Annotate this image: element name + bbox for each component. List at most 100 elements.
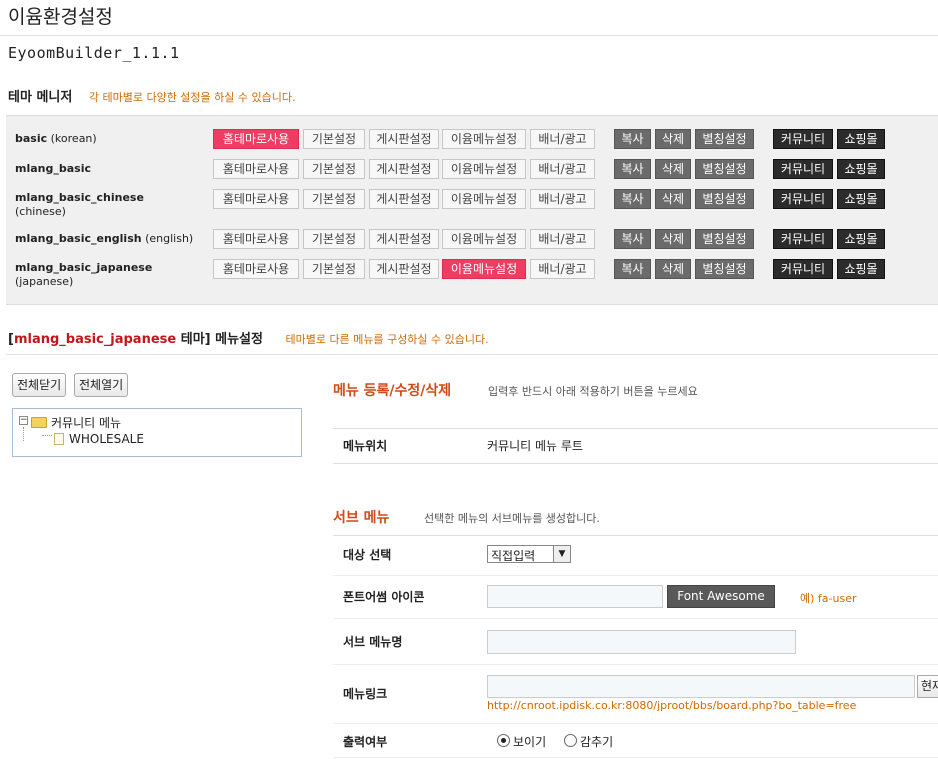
alias-settings-button[interactable]: 별칭설정 [695,159,754,179]
copy-button[interactable]: 복사 [614,259,651,279]
chevron-down-icon[interactable]: ▼ [553,546,570,562]
target-select-value: 직접입력 [491,549,536,563]
shop-button[interactable]: 쇼핑몰 [837,259,885,279]
alias-settings-button[interactable]: 별칭설정 [695,189,754,209]
banner-settings-button[interactable]: 배너/광고 [530,189,595,209]
copy-button[interactable]: 복사 [614,129,651,149]
show-radio[interactable] [497,734,510,747]
basic-settings-button[interactable]: 기본설정 [303,129,365,149]
board-settings-button[interactable]: 게시판설정 [369,229,439,249]
delete-button[interactable]: 삭제 [655,129,691,149]
collapse-toggle-icon[interactable]: − [19,416,28,425]
menu-settings-button[interactable]: 이윰메뉴설정 [442,229,526,249]
community-button[interactable]: 커뮤니티 [773,259,833,279]
community-button[interactable]: 커뮤니티 [773,229,833,249]
banner-settings-button[interactable]: 배너/광고 [530,259,595,279]
theme-list-panel: basic (korean) 홈테마로사용 기본설정 게시판설정 이윰메뉴설정 … [6,115,938,305]
menu-title-suffix: 테마] 메뉴설정 [176,332,263,347]
menu-settings-hint: 테마별로 다른 메뉴를 구성하실 수 있습니다. [285,333,489,346]
basic-settings-button[interactable]: 기본설정 [303,229,365,249]
menu-location-value: 커뮤니티 메뉴 루트 [487,439,583,453]
font-awesome-button[interactable]: Font Awesome [667,585,775,608]
menu-settings-button[interactable]: 이윰메뉴설정 [442,159,526,179]
theme-manager-heading: 테마 메니저 각 테마별로 다양한 설정을 하실 수 있습니다. [8,86,296,105]
menu-edit-title: 메뉴 등록/수정/삭제 [333,383,452,399]
menu-location-label: 메뉴위치 [343,439,388,453]
target-select[interactable]: 직접입력 ▼ [487,545,571,563]
delete-button[interactable]: 삭제 [655,229,691,249]
form-divider [333,757,938,758]
menu-settings-heading: [mlang_basic_japanese 테마] 메뉴설정 테마별로 다른 메… [8,328,489,347]
menu-settings-button[interactable]: 이윰메뉴설정 [442,259,526,279]
community-button[interactable]: 커뮤니티 [773,159,833,179]
menu-tree: − 커뮤니티 메뉴 WHOLESALE [12,408,302,457]
theme-manager-hint: 각 테마별로 다양한 설정을 하실 수 있습니다. [88,91,296,104]
use-as-home-theme-button[interactable]: 홈테마로사용 [213,259,299,279]
collapse-all-button[interactable]: 전체닫기 [12,373,67,397]
use-as-home-theme-button[interactable]: 홈테마로사용 [213,129,299,149]
shop-button[interactable]: 쇼핑몰 [837,129,885,149]
community-button[interactable]: 커뮤니티 [773,129,833,149]
menu-settings-button[interactable]: 이윰메뉴설정 [442,129,526,149]
tree-child-item[interactable]: WHOLESALE [69,432,144,446]
icon-example: 예) fa-user [800,592,857,605]
theme-manager-title: 테마 메니저 [8,90,73,105]
delete-button[interactable]: 삭제 [655,159,691,179]
font-awesome-icon-label: 폰트어썸 아이콘 [343,590,425,604]
copy-button[interactable]: 복사 [614,189,651,209]
folder-icon [31,417,47,428]
copy-button[interactable]: 복사 [614,229,651,249]
sub-menu-title: 서브 메뉴 [333,510,390,526]
theme-name-text: mlang_basic_chinese [15,191,144,204]
community-button[interactable]: 커뮤니티 [773,189,833,209]
banner-settings-button[interactable]: 배너/광고 [530,229,595,249]
theme-name: mlang_basic_chinese (chinese) [15,191,144,219]
sub-menu-hint: 선택한 메뉴의 서브메뉴를 생성합니다. [424,512,600,525]
menu-settings-button[interactable]: 이윰메뉴설정 [442,189,526,209]
hide-radio[interactable] [564,734,577,747]
menu-link-example: http://cnroot.ipdisk.co.kr:8080/jproot/b… [487,699,857,712]
use-as-home-theme-button[interactable]: 홈테마로사용 [213,159,299,179]
use-as-home-theme-button[interactable]: 홈테마로사용 [213,229,299,249]
delete-button[interactable]: 삭제 [655,189,691,209]
banner-settings-button[interactable]: 배너/광고 [530,129,595,149]
sub-menu-name-input[interactable] [487,630,796,654]
basic-settings-button[interactable]: 기본설정 [303,259,365,279]
use-as-home-theme-button[interactable]: 홈테마로사용 [213,189,299,209]
shop-button[interactable]: 쇼핑몰 [837,189,885,209]
theme-name-text: mlang_basic_japanese [15,261,153,274]
tree-root-item[interactable]: 커뮤니티 메뉴 [51,414,121,431]
theme-language: (japanese) [15,275,74,288]
theme-name-text: basic [15,132,48,145]
board-settings-button[interactable]: 게시판설정 [369,259,439,279]
current-link-button[interactable]: 현재 [917,675,938,698]
theme-name: basic (korean) [15,132,97,146]
delete-button[interactable]: 삭제 [655,259,691,279]
shop-button[interactable]: 쇼핑몰 [837,159,885,179]
alias-settings-button[interactable]: 별칭설정 [695,229,754,249]
document-icon [54,433,64,445]
expand-all-button[interactable]: 전체열기 [74,373,129,397]
font-awesome-icon-input[interactable] [487,585,663,608]
current-theme-name: mlang_basic_japanese [13,332,177,347]
theme-name: mlang_basic_english (english) [15,232,193,246]
theme-name: mlang_basic_japanese (japanese) [15,261,152,289]
display-option-label: 출력여부 [343,735,388,749]
basic-settings-button[interactable]: 기본설정 [303,159,365,179]
banner-settings-button[interactable]: 배너/광고 [530,159,595,179]
copy-button[interactable]: 복사 [614,159,651,179]
board-settings-button[interactable]: 게시판설정 [369,159,439,179]
board-settings-button[interactable]: 게시판설정 [369,129,439,149]
menu-link-input[interactable] [487,675,915,698]
basic-settings-button[interactable]: 기본설정 [303,189,365,209]
board-settings-button[interactable]: 게시판설정 [369,189,439,209]
title-divider [0,35,938,36]
theme-language: (chinese) [15,205,66,218]
theme-name: mlang_basic [15,162,91,176]
show-label: 보이기 [513,735,547,749]
alias-settings-button[interactable]: 별칭설정 [695,259,754,279]
theme-language: (korean) [50,132,97,145]
alias-settings-button[interactable]: 별칭설정 [695,129,754,149]
shop-button[interactable]: 쇼핑몰 [837,229,885,249]
tree-line [23,427,25,441]
